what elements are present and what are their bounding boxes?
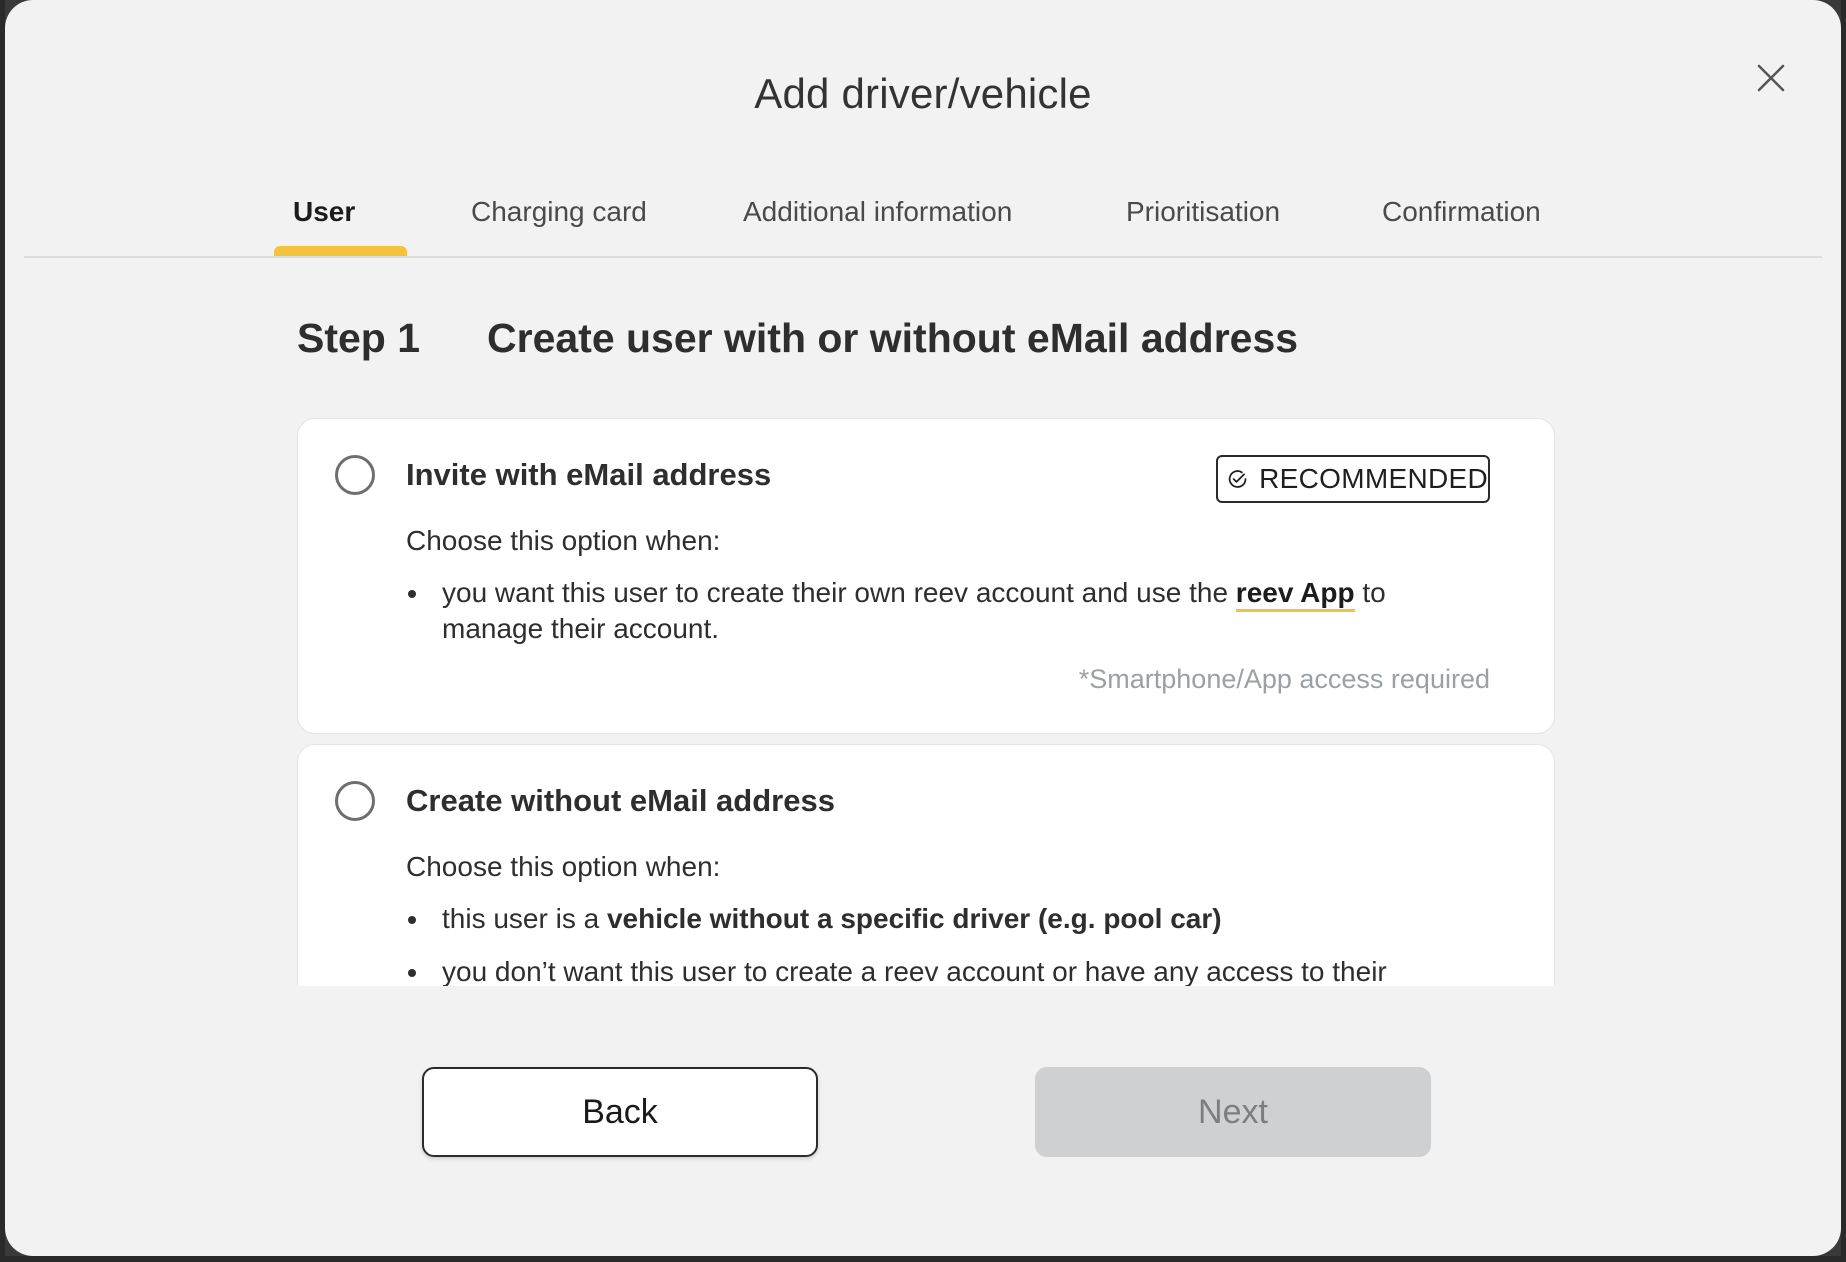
reev-app-link[interactable]: reev App xyxy=(1235,577,1355,612)
list-item: you don’t want this user to create a ree… xyxy=(406,954,1446,986)
backdrop-bottom xyxy=(0,1256,1846,1262)
smartphone-required-note: *Smartphone/App access required xyxy=(1078,664,1490,694)
list-item: this user is a vehicle without a specifi… xyxy=(406,901,1446,937)
backdrop-right xyxy=(1841,0,1846,1262)
option-bullets: you want this user to create their own r… xyxy=(406,575,1446,664)
modal-title: Add driver/vehicle xyxy=(754,70,1092,117)
list-item: you want this user to create their own r… xyxy=(406,575,1446,647)
option-lead: Choose this option when: xyxy=(406,525,721,556)
step-title: Create user with or without eMail addres… xyxy=(487,315,1299,361)
radio-invite-email[interactable] xyxy=(335,455,375,495)
close-icon xyxy=(1757,64,1785,92)
step-number: Step 1 xyxy=(297,315,421,361)
option-title: Invite with eMail address xyxy=(406,457,772,492)
tab-charging-card[interactable]: Charging card xyxy=(471,186,647,256)
option-bullets: this user is a vehicle without a specifi… xyxy=(406,901,1446,986)
option-title: Create without eMail address xyxy=(406,783,835,818)
back-button[interactable]: Back xyxy=(422,1067,818,1157)
tab-confirmation[interactable]: Confirmation xyxy=(1382,186,1541,256)
tab-prioritisation[interactable]: Prioritisation xyxy=(1126,186,1280,256)
radio-without-email[interactable] xyxy=(335,781,375,821)
bullet-text: this user is a xyxy=(442,903,607,934)
add-driver-modal: Add driver/vehicle User Charging card Ad… xyxy=(5,0,1841,1256)
next-button[interactable]: Next xyxy=(1035,1067,1431,1157)
badge-label: RECOMMENDED xyxy=(1259,463,1488,494)
option-card-without-email[interactable]: Create without eMail address Choose this… xyxy=(297,744,1555,986)
check-circle-icon xyxy=(1228,470,1247,488)
bullet-text: you want this user to create their own r… xyxy=(442,577,1236,608)
options-scroll-area[interactable]: Invite with eMail address RECOMMENDED Ch… xyxy=(297,418,1555,986)
option-card-invite-email[interactable]: Invite with eMail address RECOMMENDED Ch… xyxy=(297,418,1555,734)
step-tabs: User Charging card Additional informatio… xyxy=(24,186,1822,258)
tab-additional-information[interactable]: Additional information xyxy=(743,186,1012,256)
bullet-bold-text: vehicle without a specific driver (e.g. … xyxy=(606,903,1222,934)
option-lead: Choose this option when: xyxy=(406,851,721,882)
step-heading: Step 1 Create user with or without eMail … xyxy=(297,315,1298,362)
active-tab-indicator xyxy=(274,246,407,256)
recommended-badge: RECOMMENDED xyxy=(1216,455,1490,503)
close-button[interactable] xyxy=(1745,52,1797,104)
